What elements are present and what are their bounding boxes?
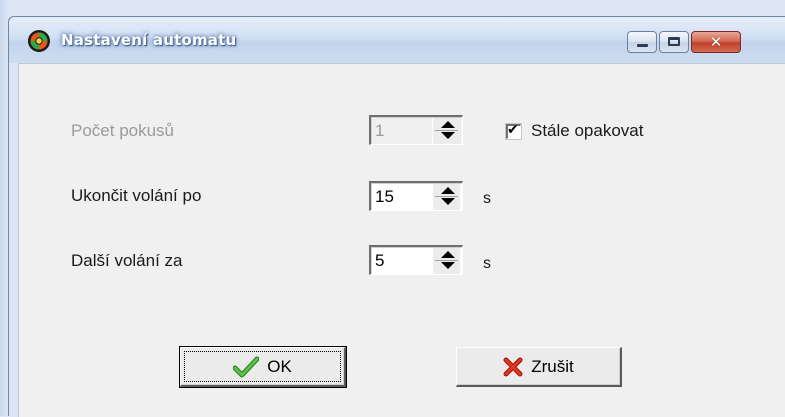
attempts-label: Počet pokusů <box>71 121 175 140</box>
spin-down-arrow-icon[interactable] <box>441 198 455 205</box>
repeat-always-checkbox[interactable]: ✔ <box>505 122 522 140</box>
dialog-client-area: Počet pokusů 1 ✔ Stále opakovat Ukončit … <box>18 63 785 417</box>
next-call-in-spinbox[interactable]: 5 <box>369 245 463 275</box>
maximize-button[interactable] <box>659 31 689 53</box>
close-button[interactable]: ✕ <box>691 31 741 53</box>
attempts-spinbox[interactable]: 1 <box>369 115 463 145</box>
spin-up-arrow-icon[interactable] <box>441 121 455 128</box>
attempts-value[interactable]: 1 <box>375 121 384 141</box>
end-call-after-value[interactable]: 15 <box>375 187 394 207</box>
end-call-after-spinbox[interactable]: 15 <box>369 181 463 211</box>
red-x-icon <box>503 357 523 377</box>
next-call-in-label: Další volání za <box>71 251 183 270</box>
checkmark-icon <box>233 356 260 378</box>
repeat-always-label[interactable]: Stále opakovat <box>531 121 643 141</box>
ok-button-label: OK <box>267 356 292 376</box>
ok-button[interactable]: OK <box>179 346 347 388</box>
app-icon[interactable] <box>27 29 51 53</box>
window-title: Nastavení automatu <box>61 31 237 49</box>
end-call-after-label: Ukončit volání po <box>71 186 202 205</box>
next-call-in-unit: s <box>483 255 491 272</box>
end-call-after-spin-buttons[interactable] <box>432 184 460 210</box>
spin-divider <box>435 196 458 197</box>
minimize-icon <box>637 44 648 47</box>
spin-up-arrow-icon[interactable] <box>441 187 455 194</box>
dialog-window: Nastavení automatu ✕ Počet pokusů 1 ✔ St… <box>8 16 785 417</box>
end-call-after-unit: s <box>483 190 491 207</box>
title-bar[interactable]: Nastavení automatu ✕ <box>9 17 785 63</box>
cancel-button-label: Zrušit <box>531 356 574 376</box>
spin-down-arrow-icon[interactable] <box>441 132 455 139</box>
next-call-in-spin-buttons[interactable] <box>432 248 460 274</box>
next-call-in-value[interactable]: 5 <box>375 251 384 271</box>
spin-divider <box>435 260 458 261</box>
attempts-spin-buttons[interactable] <box>432 118 460 144</box>
minimize-button[interactable] <box>627 31 657 53</box>
cancel-button[interactable]: Zrušit <box>456 347 622 387</box>
spin-divider <box>435 130 458 131</box>
checkmark-icon: ✔ <box>507 122 519 138</box>
close-icon: ✕ <box>709 33 723 51</box>
maximize-icon <box>668 37 680 46</box>
spin-down-arrow-icon[interactable] <box>441 262 455 269</box>
spin-up-arrow-icon[interactable] <box>441 251 455 258</box>
